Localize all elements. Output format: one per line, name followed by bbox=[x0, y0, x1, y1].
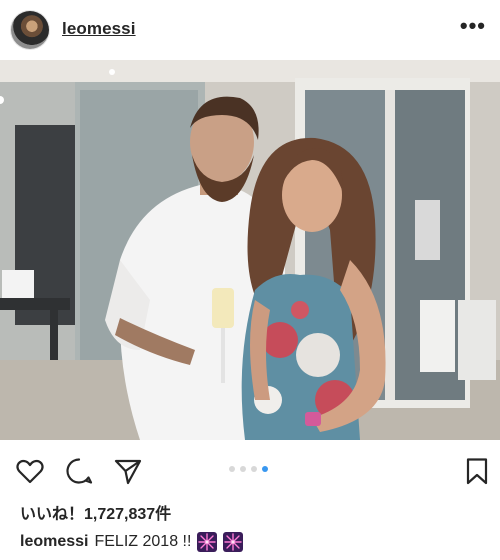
send-icon[interactable] bbox=[113, 456, 143, 486]
likes-count[interactable]: いいね！1,727,837件 bbox=[20, 500, 171, 524]
username-link[interactable]: leomessi bbox=[62, 19, 136, 39]
heart-icon[interactable] bbox=[15, 456, 45, 486]
post-photo[interactable] bbox=[0, 60, 500, 440]
fireworks-emoji bbox=[223, 532, 244, 552]
comment-icon[interactable] bbox=[64, 456, 94, 486]
post-header: leomessi ••• bbox=[0, 0, 500, 60]
caption: leomessi FELIZ 2018 !! bbox=[20, 532, 244, 552]
fireworks-emoji bbox=[197, 532, 218, 552]
caption-text: FELIZ 2018 !! bbox=[94, 533, 192, 550]
caption-username[interactable]: leomessi bbox=[20, 533, 88, 551]
carousel-dot bbox=[240, 466, 246, 472]
avatar[interactable] bbox=[11, 11, 49, 49]
carousel-dot bbox=[229, 466, 235, 472]
more-options-icon[interactable]: ••• bbox=[460, 15, 486, 37]
carousel-dot-active bbox=[262, 466, 268, 472]
carousel-indicator bbox=[229, 466, 268, 472]
photo-illustration bbox=[0, 60, 500, 440]
bookmark-icon[interactable] bbox=[462, 456, 492, 486]
carousel-dot bbox=[251, 466, 257, 472]
